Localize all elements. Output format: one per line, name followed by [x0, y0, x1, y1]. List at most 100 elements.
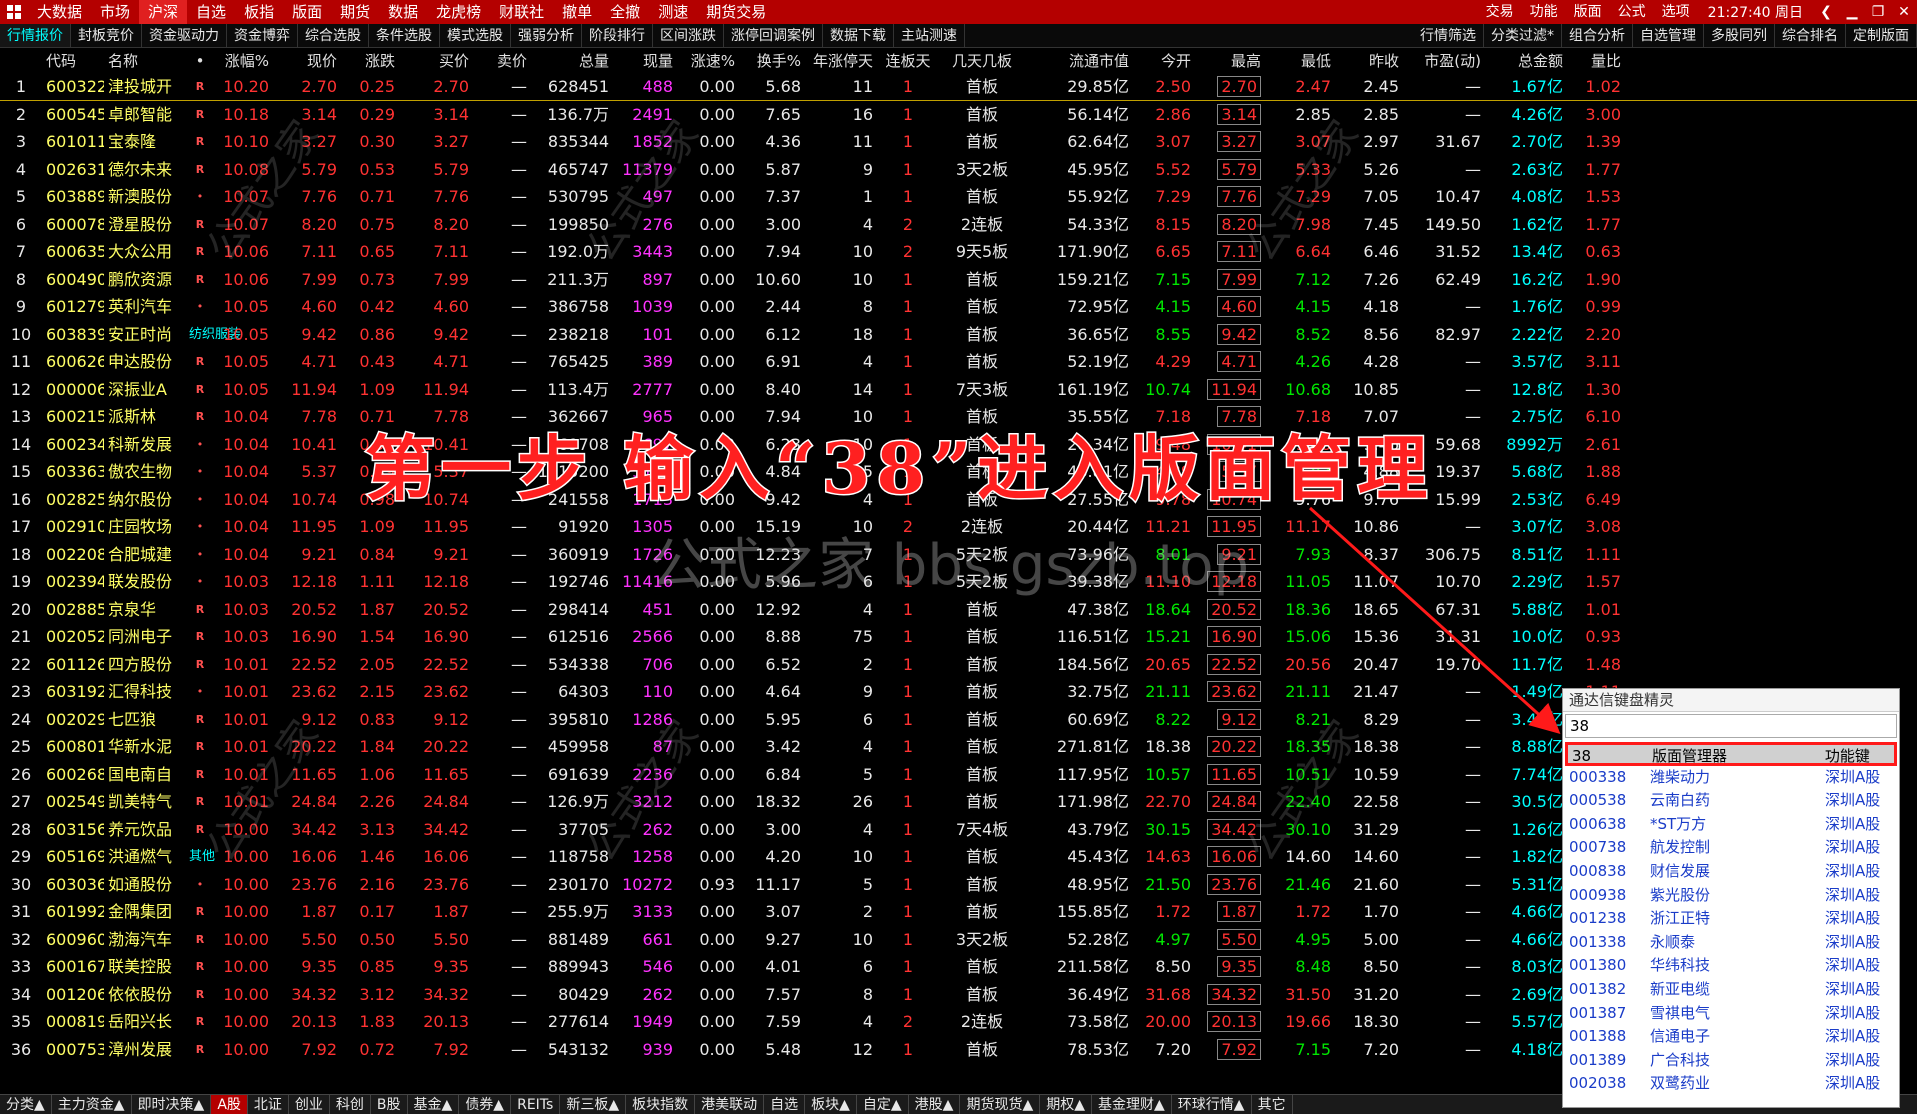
table-row[interactable]: 3 601011 宝泰隆 R 10.10 3.27 0.30 3.27 — 835344 1852 0… [0, 128, 1917, 156]
col-header-15[interactable]: 几天几板 [937, 49, 1027, 73]
wizard-result-item[interactable]: 000338 潍柴动力 深圳A股 [1565, 766, 1897, 790]
tab-12[interactable]: 主站测速 [894, 24, 965, 47]
col-header-5[interactable]: 现价 [275, 49, 343, 73]
menu-right-item-3[interactable]: 公式 [1610, 0, 1654, 24]
bottom-tab-11[interactable]: 新三板▲ [560, 1095, 627, 1114]
col-header-10[interactable]: 现量 [615, 49, 679, 73]
table-row[interactable]: 2 600545 卓郎智能 R 10.18 3.14 0.29 3.14 — 136.7万 2491… [0, 101, 1917, 129]
tab-8[interactable]: 阶段排行 [582, 24, 653, 47]
wizard-result-item[interactable]: 000938 紫光股份 深圳A股 [1565, 884, 1897, 908]
col-header-7[interactable]: 买价 [401, 49, 475, 73]
bottom-tab-18[interactable]: 期货现货▲ [960, 1095, 1041, 1114]
wizard-result-item[interactable]: 001382 新亚电缆 深圳A股 [1565, 978, 1897, 1002]
wizard-result-item[interactable]: 000838 财信发展 深圳A股 [1565, 860, 1897, 884]
menu-right-item-4[interactable]: 选项 [1654, 0, 1698, 24]
menu-item-12[interactable]: 测速 [649, 0, 697, 24]
col-header-21[interactable]: 市盈(动) [1405, 49, 1487, 73]
app-menu-icon[interactable] [0, 0, 28, 24]
wizard-result-item[interactable]: 001338 永顺泰 深圳A股 [1565, 931, 1897, 955]
bottom-tab-10[interactable]: REITs [511, 1095, 561, 1114]
tab-7[interactable]: 强弱分析 [511, 24, 582, 47]
tab-right-3[interactable]: 自选管理 [1633, 24, 1704, 47]
bottom-tab-21[interactable]: 环球行情▲ [1172, 1095, 1252, 1114]
col-header-11[interactable]: 涨速% [679, 49, 741, 73]
minimize-icon[interactable]: ▁ [1839, 4, 1865, 20]
col-header-23[interactable]: 量比 [1569, 49, 1627, 73]
bottom-tab-1[interactable]: 主力资金▲ [52, 1095, 132, 1114]
bottom-tab-17[interactable]: 港股▲ [909, 1095, 961, 1114]
col-header-1[interactable]: 代码 [42, 49, 104, 73]
tab-11[interactable]: 数据下载 [823, 24, 894, 47]
col-header-0[interactable] [0, 49, 42, 73]
tab-right-2[interactable]: 组合分析 [1562, 24, 1633, 47]
tab-right-6[interactable]: 定制版面 [1846, 24, 1917, 47]
wizard-result-item[interactable]: 001380 华纬科技 深圳A股 [1565, 954, 1897, 978]
bottom-tab-0[interactable]: 分类▲ [0, 1095, 52, 1114]
wizard-result-item[interactable]: 000738 航发控制 深圳A股 [1565, 836, 1897, 860]
tab-3[interactable]: 资金博弈 [227, 24, 298, 47]
col-header-8[interactable]: 卖价 [475, 49, 533, 73]
tab-right-4[interactable]: 多股同列 [1704, 24, 1775, 47]
menu-item-8[interactable]: 龙虎榜 [427, 0, 490, 24]
tab-0[interactable]: 行情报价 [0, 24, 71, 47]
bottom-tab-12[interactable]: 板块指数 [626, 1095, 696, 1114]
tab-5[interactable]: 条件选股 [369, 24, 440, 47]
table-row[interactable]: 11 600626 申达股份 R 10.05 4.71 0.43 4.71 — 765425 389… [0, 348, 1917, 376]
menu-item-3[interactable]: 自选 [187, 0, 235, 24]
menu-item-11[interactable]: 全撤 [601, 0, 649, 24]
bottom-tab-16[interactable]: 自定▲ [857, 1095, 909, 1114]
table-row[interactable]: 9 601279 英利汽车 • 10.05 4.60 0.42 4.60 — 386758 1039… [0, 293, 1917, 321]
table-row[interactable]: 5 603889 新澳股份 • 10.07 7.76 0.71 7.76 — 530795 497 0… [0, 183, 1917, 211]
wizard-result-item[interactable]: 002038 双鹭药业 深圳A股 [1565, 1072, 1897, 1096]
table-row[interactable]: 10 603839 安正时尚 纺织服装 10.05 9.42 0.86 9.42 — 238218… [0, 321, 1917, 349]
menu-item-1[interactable]: 市场 [91, 0, 139, 24]
wizard-result-item[interactable]: 001389 广合科技 深圳A股 [1565, 1049, 1897, 1073]
table-row[interactable]: 7 600635 大众公用 R 10.06 7.11 0.65 7.11 — 192.0万 3443… [0, 238, 1917, 266]
col-header-13[interactable]: 年涨停天 [807, 49, 879, 73]
menu-right-item-2[interactable]: 版面 [1566, 0, 1610, 24]
col-header-6[interactable]: 涨跌 [343, 49, 401, 73]
back-arrow-icon[interactable]: ❮ [1813, 4, 1839, 20]
bottom-tab-20[interactable]: 基金理财▲ [1092, 1095, 1172, 1114]
tab-right-5[interactable]: 综合排名 [1775, 24, 1846, 47]
wizard-result-item[interactable]: 38 版面管理器 功能键 [1565, 742, 1897, 766]
bottom-tab-9[interactable]: 债券▲ [459, 1095, 512, 1114]
menu-right-item-0[interactable]: 交易 [1478, 0, 1522, 24]
menu-item-6[interactable]: 期货 [331, 0, 379, 24]
bottom-tab-6[interactable]: 科创 [330, 1095, 371, 1114]
menu-item-5[interactable]: 版面 [283, 0, 331, 24]
table-row[interactable]: 12 000006 深振业A R 10.05 11.94 1.09 11.94 — 113.4万 2… [0, 376, 1917, 404]
tab-right-0[interactable]: 行情筛选 [1413, 24, 1484, 47]
menu-item-2[interactable]: 沪深 [139, 0, 188, 24]
table-row[interactable]: 4 002631 德尔未来 R 10.08 5.79 0.53 5.79 — 465747 1137… [0, 156, 1917, 184]
table-row[interactable]: 22 601126 四方股份 R 10.01 22.52 2.05 22.52 — 534338 7… [0, 651, 1917, 679]
menu-item-0[interactable]: 大数据 [28, 0, 91, 24]
bottom-tab-7[interactable]: B股 [371, 1095, 408, 1114]
close-icon[interactable]: ✕ [1891, 4, 1917, 20]
restore-icon[interactable]: ❐ [1865, 4, 1891, 20]
table-row[interactable]: 6 600078 澄星股份 R 10.07 8.20 0.75 8.20 — 199850 276 0… [0, 211, 1917, 239]
col-header-12[interactable]: 换手% [741, 49, 807, 73]
tab-1[interactable]: 封板竞价 [71, 24, 142, 47]
wizard-result-item[interactable]: 000638 *ST万方 深圳A股 [1565, 813, 1897, 837]
col-header-9[interactable]: 总量 [533, 49, 615, 73]
bottom-tab-13[interactable]: 港美联动 [695, 1095, 765, 1114]
bottom-tab-14[interactable]: 自选 [764, 1095, 806, 1114]
table-row[interactable]: 1 600322 津投城开 R 10.20 2.70 0.25 2.70 — 628451 488 0… [0, 73, 1917, 101]
tab-right-1[interactable]: 分类过滤* [1484, 24, 1562, 47]
col-header-3[interactable]: • [189, 49, 211, 73]
tab-10[interactable]: 涨停回调案例 [724, 24, 823, 47]
col-header-19[interactable]: 最低 [1267, 49, 1337, 73]
col-header-14[interactable]: 连板天 [879, 49, 937, 73]
menu-item-13[interactable]: 期货交易 [697, 0, 775, 24]
wizard-result-item[interactable]: 001388 信通电子 深圳A股 [1565, 1025, 1897, 1049]
menu-item-4[interactable]: 板指 [235, 0, 283, 24]
bottom-tab-15[interactable]: 板块▲ [805, 1095, 857, 1114]
col-header-20[interactable]: 昨收 [1337, 49, 1405, 73]
tab-9[interactable]: 区间涨跌 [653, 24, 724, 47]
bottom-tab-4[interactable]: 北证 [248, 1095, 289, 1114]
table-row[interactable]: 8 600490 鹏欣资源 R 10.06 7.99 0.73 7.99 — 211.3万 897 0… [0, 266, 1917, 294]
wizard-result-item[interactable]: 001238 浙江正特 深圳A股 [1565, 907, 1897, 931]
tab-4[interactable]: 综合选股 [298, 24, 369, 47]
tab-6[interactable]: 模式选股 [440, 24, 511, 47]
